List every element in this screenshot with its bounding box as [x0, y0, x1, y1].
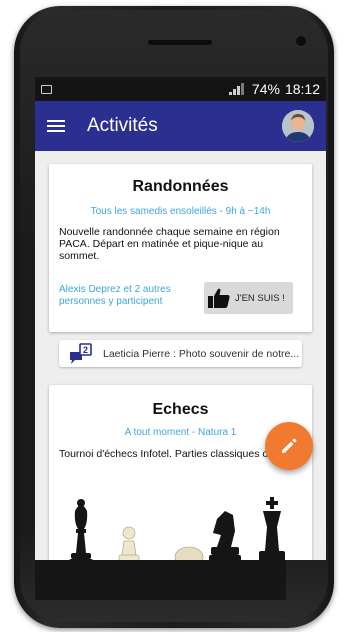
- page-title: Activités: [87, 115, 158, 136]
- avatar[interactable]: [282, 110, 314, 142]
- thumbs-up-icon: [208, 288, 230, 308]
- device-navigation-area: [35, 560, 286, 600]
- status-right: 74% 18:12: [228, 81, 320, 97]
- join-button-label: J'EN SUIS !: [235, 292, 285, 304]
- chat-bubbles-icon: 2: [69, 342, 93, 365]
- battery-percent: 74%: [251, 81, 280, 97]
- join-button[interactable]: J'EN SUIS !: [204, 282, 293, 314]
- front-camera: [296, 36, 306, 46]
- card-description: Tournoi d'échecs Infotel. Parties classi…: [59, 448, 296, 460]
- signal-icon: [228, 83, 247, 95]
- comment-count: 2: [83, 345, 88, 355]
- card-title: Randonnées: [132, 178, 229, 195]
- activity-list[interactable]: Randonnées Tous les samedis ensoleillés …: [35, 151, 326, 560]
- app-bar: Activités: [35, 101, 326, 151]
- user-avatar-icon: [282, 110, 314, 142]
- comment-preview[interactable]: 2 Laeticia Pierre : Photo souvenir de no…: [59, 340, 302, 367]
- edit-fab-button[interactable]: [265, 422, 313, 470]
- card-description: Nouvelle randonnée chaque semaine en rég…: [59, 226, 280, 262]
- hamburger-menu-icon[interactable]: [47, 119, 65, 133]
- card-schedule: Tous les samedis ensoleillés - 9h à ~14h: [90, 206, 271, 217]
- phone-screen: 74% 18:12 Activités Randonnées Tous les …: [35, 77, 326, 560]
- notification-image-icon: [41, 84, 52, 94]
- activity-card-echecs[interactable]: Echecs A tout moment - Natura 1 Tournoi …: [49, 385, 312, 560]
- chess-pieces-illustration: [49, 497, 312, 560]
- comment-text: Laeticia Pierre : Photo souvenir de notr…: [103, 347, 300, 360]
- activity-card-randonnees[interactable]: Randonnées Tous les samedis ensoleillés …: [49, 164, 312, 332]
- participants-link[interactable]: Alexis Deprez et 2 autres personnes y pa…: [59, 284, 199, 308]
- status-bar: 74% 18:12: [35, 77, 326, 101]
- earpiece-speaker: [148, 40, 212, 45]
- card-title: Echecs: [152, 401, 209, 418]
- status-time: 18:12: [284, 81, 320, 97]
- pencil-icon: [282, 438, 297, 453]
